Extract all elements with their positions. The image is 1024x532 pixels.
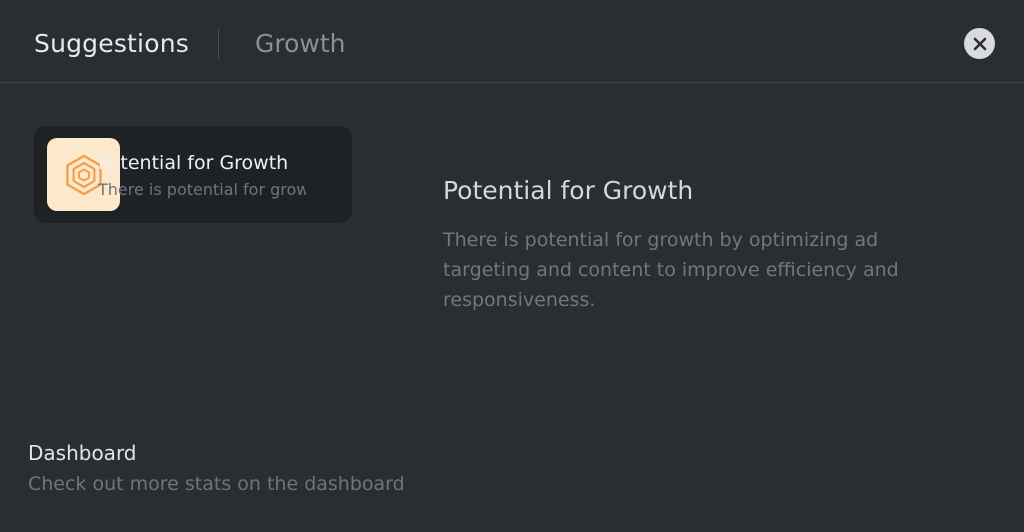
dashboard-link[interactable]: Check out more stats on the dashboard	[28, 470, 405, 498]
dashboard-title: Dashboard	[28, 441, 137, 465]
suggestions-panel: Suggestions Growth Potential for Growth …	[0, 0, 1024, 532]
panel-title: Suggestions	[34, 29, 189, 58]
suggestion-card-description: There is potential for growth by optimiz…	[98, 180, 306, 199]
close-button[interactable]	[964, 28, 995, 59]
panel-header: Suggestions Growth	[0, 0, 1024, 83]
suggestion-card-title: Potential for Growth	[98, 152, 289, 174]
close-icon	[973, 37, 986, 50]
detail-description: There is potential for growth by optimiz…	[443, 229, 899, 311]
detail-title: Potential for Growth	[443, 176, 694, 205]
header-divider	[218, 29, 219, 59]
panel-subtitle: Growth	[255, 29, 346, 58]
